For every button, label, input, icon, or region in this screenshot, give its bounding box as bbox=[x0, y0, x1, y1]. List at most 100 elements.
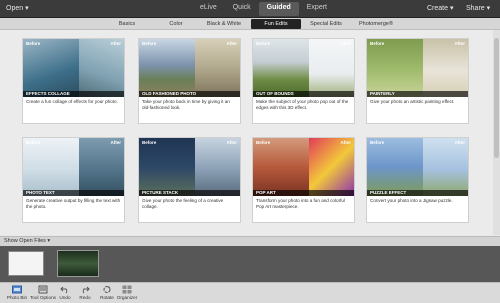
after-badge: After bbox=[340, 41, 351, 46]
before-image bbox=[367, 39, 423, 97]
before-badge: Before bbox=[256, 41, 271, 46]
card-title-bar: PUZZLE EFFECT bbox=[367, 190, 468, 196]
organizer-label: Organizer bbox=[116, 295, 138, 300]
mode-guided[interactable]: Guided bbox=[258, 2, 299, 16]
tab-photomerge[interactable]: Photomerge® bbox=[356, 19, 396, 29]
after-badge: After bbox=[226, 41, 237, 46]
after-image bbox=[422, 39, 468, 97]
card-description: Create a fun collage of effects for your… bbox=[26, 99, 118, 104]
before-badge: Before bbox=[26, 41, 41, 46]
card-description: Convert your photo into a Jigsaw puzzle. bbox=[370, 198, 453, 203]
guided-tabs: Basics Color Black & White Fun Edits Spe… bbox=[0, 18, 500, 30]
before-image bbox=[139, 138, 195, 196]
card-photo-text[interactable]: Before After PHOTO TEXT Generate creativ… bbox=[22, 137, 125, 223]
before-badge: Before bbox=[256, 140, 271, 145]
before-image bbox=[139, 39, 195, 97]
mode-quick[interactable]: Quick bbox=[225, 2, 259, 16]
photo-bin bbox=[0, 246, 500, 282]
bin-thumbnail-photo[interactable] bbox=[57, 250, 99, 277]
organizer-icon bbox=[122, 285, 132, 294]
after-image bbox=[194, 138, 240, 196]
card-title: PHOTO TEXT bbox=[26, 190, 55, 195]
bin-thumbnail-blank[interactable] bbox=[8, 251, 44, 276]
card-title: POP ART bbox=[256, 190, 276, 195]
card-effects-collage[interactable]: Before After EFFECTS COLLAGE Create a fu… bbox=[22, 38, 125, 124]
rotate-icon bbox=[103, 286, 111, 293]
card-title-bar: PICTURE STACK bbox=[139, 190, 240, 196]
organizer-button[interactable]: Organizer bbox=[112, 285, 142, 300]
top-app-bar: Open ▾ eLive Quick Guided Expert Create … bbox=[0, 0, 500, 18]
card-title-bar: OUT OF BOUNDS bbox=[253, 91, 354, 97]
card-thumbnail: Before After POP ART bbox=[253, 138, 354, 196]
card-description: Give your photo the feeling of a creativ… bbox=[142, 198, 224, 209]
card-thumbnail: Before After OUT OF BOUNDS bbox=[253, 39, 354, 97]
mode-switcher: eLive Quick Guided Expert bbox=[192, 2, 335, 16]
card-thumbnail: Before After PAINTERLY bbox=[367, 39, 468, 97]
after-image bbox=[78, 138, 124, 196]
card-title-bar: OLD FASHIONED PHOTO bbox=[139, 91, 240, 97]
fun-edits-grid: Before After EFFECTS COLLAGE Create a fu… bbox=[0, 30, 500, 235]
after-badge: After bbox=[226, 140, 237, 145]
scrollbar-thumb[interactable] bbox=[494, 38, 499, 158]
card-title-bar: PAINTERLY bbox=[367, 91, 468, 97]
card-title-bar: PHOTO TEXT bbox=[23, 190, 124, 196]
tab-special-edits[interactable]: Special Edits bbox=[304, 19, 348, 29]
photo-bin-header: Show Open Files ▾ bbox=[0, 236, 500, 246]
before-image bbox=[23, 138, 79, 196]
card-picture-stack[interactable]: Before After PICTURE STACK Give your pho… bbox=[138, 137, 241, 223]
photo-bin-icon bbox=[12, 285, 22, 294]
after-image bbox=[422, 138, 468, 196]
card-old-fashioned-photo[interactable]: Before After OLD FASHIONED PHOTO Take yo… bbox=[138, 38, 241, 124]
tab-color[interactable]: Color bbox=[163, 19, 189, 29]
card-pop-art[interactable]: Before After POP ART Transform your phot… bbox=[252, 137, 355, 223]
after-badge: After bbox=[454, 140, 465, 145]
before-badge: Before bbox=[142, 140, 157, 145]
before-badge: Before bbox=[142, 41, 157, 46]
after-badge: After bbox=[340, 140, 351, 145]
card-description: Make the subject of your photo pop out o… bbox=[256, 99, 349, 110]
card-title: PICTURE STACK bbox=[142, 190, 179, 195]
grid-scrollbar[interactable] bbox=[493, 30, 500, 235]
create-button[interactable]: Create ▾ bbox=[427, 4, 453, 12]
before-image bbox=[253, 39, 309, 97]
show-open-files-dropdown[interactable]: Show Open Files ▾ bbox=[4, 238, 50, 244]
mode-elive[interactable]: eLive bbox=[192, 2, 225, 16]
card-title: PAINTERLY bbox=[370, 91, 395, 96]
tool-options-icon bbox=[38, 285, 48, 294]
card-painterly[interactable]: Before After PAINTERLY Give your photo a… bbox=[366, 38, 469, 124]
card-description: Take your photo back in time by giving i… bbox=[142, 99, 230, 110]
card-title: OUT OF BOUNDS bbox=[256, 91, 294, 96]
after-badge: After bbox=[454, 41, 465, 46]
card-thumbnail: Before After EFFECTS COLLAGE bbox=[23, 39, 124, 97]
card-thumbnail: Before After PHOTO TEXT bbox=[23, 138, 124, 196]
before-badge: Before bbox=[26, 140, 41, 145]
card-title: PUZZLE EFFECT bbox=[370, 190, 407, 195]
after-image bbox=[194, 39, 240, 97]
before-image bbox=[23, 39, 79, 97]
tab-basics[interactable]: Basics bbox=[112, 19, 142, 29]
card-description: Generate creative output by filling the … bbox=[26, 198, 121, 209]
bottom-toolbar: Photo Bin Tool Options Undo Redo Rotate … bbox=[0, 282, 500, 303]
open-button[interactable]: Open ▾ bbox=[6, 4, 29, 12]
card-thumbnail: Before After OLD FASHIONED PHOTO bbox=[139, 39, 240, 97]
card-title-bar: EFFECTS COLLAGE bbox=[23, 91, 124, 97]
after-image bbox=[308, 138, 354, 196]
tab-fun-edits[interactable]: Fun Edits bbox=[251, 19, 301, 29]
before-image bbox=[253, 138, 309, 196]
tab-black-white[interactable]: Black & White bbox=[201, 19, 247, 29]
card-title: EFFECTS COLLAGE bbox=[26, 91, 70, 96]
after-badge: After bbox=[110, 140, 121, 145]
card-thumbnail: Before After PICTURE STACK bbox=[139, 138, 240, 196]
before-badge: Before bbox=[370, 140, 385, 145]
card-title-bar: POP ART bbox=[253, 190, 354, 196]
before-image bbox=[367, 138, 423, 196]
before-badge: Before bbox=[370, 41, 385, 46]
after-badge: After bbox=[110, 41, 121, 46]
card-description: Give your photo an artistic painting eff… bbox=[370, 99, 455, 104]
redo-icon bbox=[82, 286, 90, 294]
after-image bbox=[308, 39, 354, 97]
share-button[interactable]: Share ▾ bbox=[466, 4, 490, 12]
card-out-of-bounds[interactable]: Before After OUT OF BOUNDS Make the subj… bbox=[252, 38, 355, 124]
mode-expert[interactable]: Expert bbox=[299, 2, 335, 16]
card-puzzle-effect[interactable]: Before After PUZZLE EFFECT Convert your … bbox=[366, 137, 469, 223]
